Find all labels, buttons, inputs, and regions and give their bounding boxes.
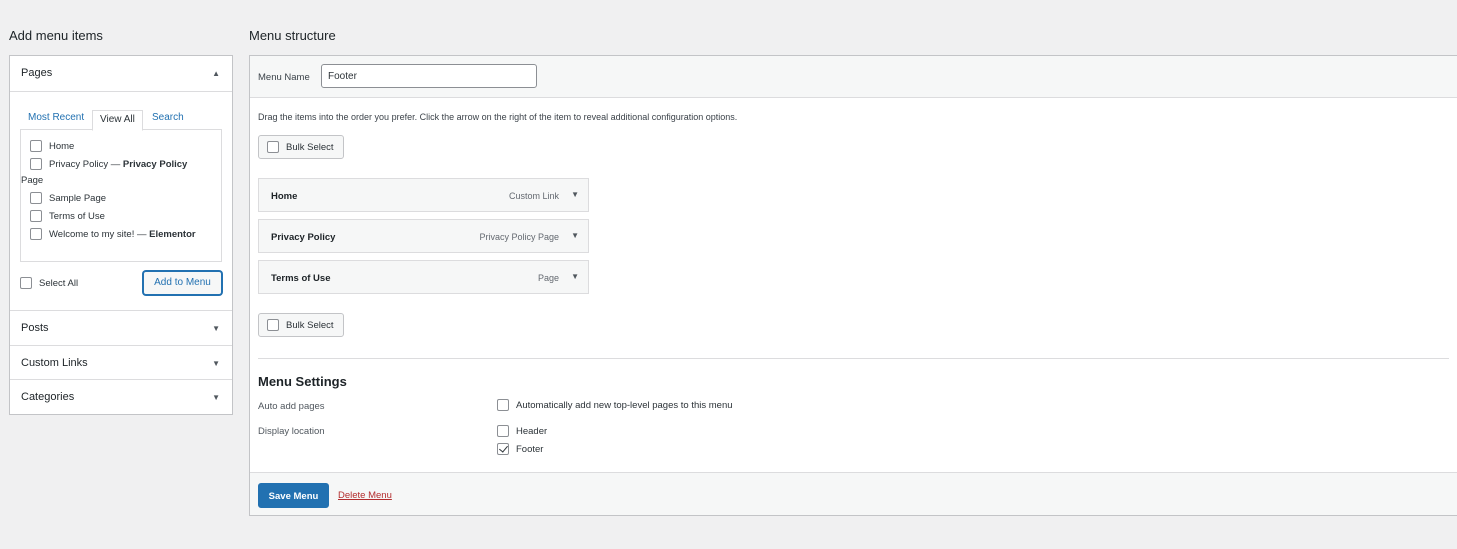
pages-panel: Most Recent View All Search Home Privacy… <box>10 91 232 310</box>
page-option-label: Home <box>49 141 75 152</box>
accordion-custom-links-title: Custom Links <box>21 357 88 369</box>
bulk-select-label: Bulk Select <box>286 141 334 153</box>
tab-search[interactable]: Search <box>152 112 184 123</box>
bulk-select-label: Bulk Select <box>286 319 334 331</box>
location-header-checkbox[interactable] <box>497 425 509 437</box>
display-location-label: Display location <box>258 426 325 437</box>
page-option-wrap-text: Page <box>21 175 44 186</box>
page-checkbox[interactable] <box>30 228 42 240</box>
bulk-select-checkbox[interactable] <box>267 141 279 153</box>
menu-name-input[interactable] <box>321 64 537 88</box>
page-checkbox[interactable] <box>30 210 42 222</box>
accordion-categories-title: Categories <box>21 391 75 403</box>
auto-add-pages-label: Auto add pages <box>258 401 325 412</box>
chevron-up-icon: ▲ <box>212 69 220 78</box>
auto-add-option-label: Automatically add new top-level pages to… <box>516 399 733 411</box>
page-option-label: Terms of Use <box>49 211 105 222</box>
menu-item-terms-of-use[interactable]: Terms of Use Page ▼ <box>258 260 589 294</box>
bulk-select-button[interactable]: Bulk Select <box>258 135 344 159</box>
menu-item-title: Privacy Policy <box>271 232 336 243</box>
add-menu-items-heading: Add menu items <box>9 28 103 43</box>
menu-item-type: Privacy Policy Page <box>479 232 559 242</box>
chevron-down-icon: ▼ <box>212 359 220 368</box>
chevron-down-icon[interactable]: ▼ <box>571 272 579 281</box>
accordion-custom-links-header[interactable]: Custom Links ▼ <box>10 345 232 379</box>
location-footer-option[interactable]: Footer <box>497 443 543 455</box>
location-header-option[interactable]: Header <box>497 425 547 437</box>
select-all-row[interactable]: Select All <box>20 277 78 289</box>
menu-footer: Save Menu Delete Menu <box>250 472 1457 515</box>
page-option-text: Privacy Policy — Privacy Policy <box>49 156 187 173</box>
menu-edit-panel: Menu Name Drag the items into the order … <box>249 55 1457 516</box>
menu-item-home[interactable]: Home Custom Link ▼ <box>258 178 589 212</box>
tab-view-all[interactable]: View All <box>92 110 143 131</box>
auto-add-checkbox[interactable] <box>497 399 509 411</box>
menu-header: Menu Name <box>250 56 1457 98</box>
pages-tabs: Most Recent View All Search <box>20 110 222 131</box>
menu-item-title: Home <box>271 191 298 202</box>
menu-item-title: Terms of Use <box>271 273 331 284</box>
chevron-down-icon[interactable]: ▼ <box>571 231 579 240</box>
chevron-down-icon: ▼ <box>212 324 220 333</box>
auto-add-pages-option[interactable]: Automatically add new top-level pages to… <box>497 399 733 411</box>
page-option-terms-of-use[interactable]: Terms of Use <box>30 208 212 225</box>
accordion-categories-header[interactable]: Categories ▼ <box>10 379 232 414</box>
divider <box>258 358 1449 359</box>
page-option-state: Privacy Policy <box>122 159 188 170</box>
menu-items-accordion: Pages ▲ Most Recent View All Search Home… <box>9 55 233 415</box>
menu-name-label: Menu Name <box>258 72 310 83</box>
menu-item-privacy-policy[interactable]: Privacy Policy Privacy Policy Page ▼ <box>258 219 589 253</box>
page-checkbox[interactable] <box>30 158 42 170</box>
accordion-pages-header[interactable]: Pages ▲ <box>10 56 232 91</box>
page-option-label: Sample Page <box>49 193 107 204</box>
chevron-down-icon: ▼ <box>212 393 220 402</box>
menu-settings-heading: Menu Settings <box>258 374 347 389</box>
location-label: Footer <box>516 443 544 455</box>
delete-menu-link[interactable]: Delete Menu <box>338 490 392 501</box>
page-checkbox[interactable] <box>30 192 42 204</box>
page-option-text: Welcome to my site! — Elementor <box>49 226 196 243</box>
location-footer-checkbox[interactable] <box>497 443 509 455</box>
accordion-pages-title: Pages <box>21 67 53 79</box>
add-to-menu-button[interactable]: Add to Menu <box>143 271 222 295</box>
page-option-wrap: Page <box>21 172 212 189</box>
save-menu-button[interactable]: Save Menu <box>258 483 329 508</box>
pages-checklist: Home Privacy Policy — Privacy Policy Pag… <box>20 129 222 262</box>
page-checkbox[interactable] <box>30 140 42 152</box>
select-all-checkbox[interactable] <box>20 277 32 289</box>
page-option-sample-page[interactable]: Sample Page <box>30 190 212 207</box>
page-option-state: Elementor <box>149 229 196 240</box>
page-option-label: Privacy Policy — <box>49 159 123 170</box>
menu-structure-heading: Menu structure <box>249 28 336 43</box>
accordion-posts-title: Posts <box>21 322 49 334</box>
menu-item-type: Page <box>537 273 559 283</box>
page-option-welcome[interactable]: Welcome to my site! — Elementor <box>30 226 212 243</box>
menu-instructions: Drag the items into the order you prefer… <box>258 112 738 122</box>
tab-most-recent[interactable]: Most Recent <box>28 112 84 123</box>
chevron-down-icon[interactable]: ▼ <box>571 190 579 199</box>
bulk-select-button-bottom[interactable]: Bulk Select <box>258 313 344 337</box>
page-option-privacy-policy[interactable]: Privacy Policy — Privacy Policy <box>30 156 212 173</box>
page-option-home[interactable]: Home <box>30 138 212 155</box>
select-all-label: Select All <box>39 277 79 289</box>
bulk-select-checkbox[interactable] <box>267 319 279 331</box>
location-label: Header <box>516 425 548 437</box>
menu-item-type: Custom Link <box>508 191 559 201</box>
accordion-posts-header[interactable]: Posts ▼ <box>10 310 232 345</box>
page-option-label: Welcome to my site! — <box>49 229 150 240</box>
